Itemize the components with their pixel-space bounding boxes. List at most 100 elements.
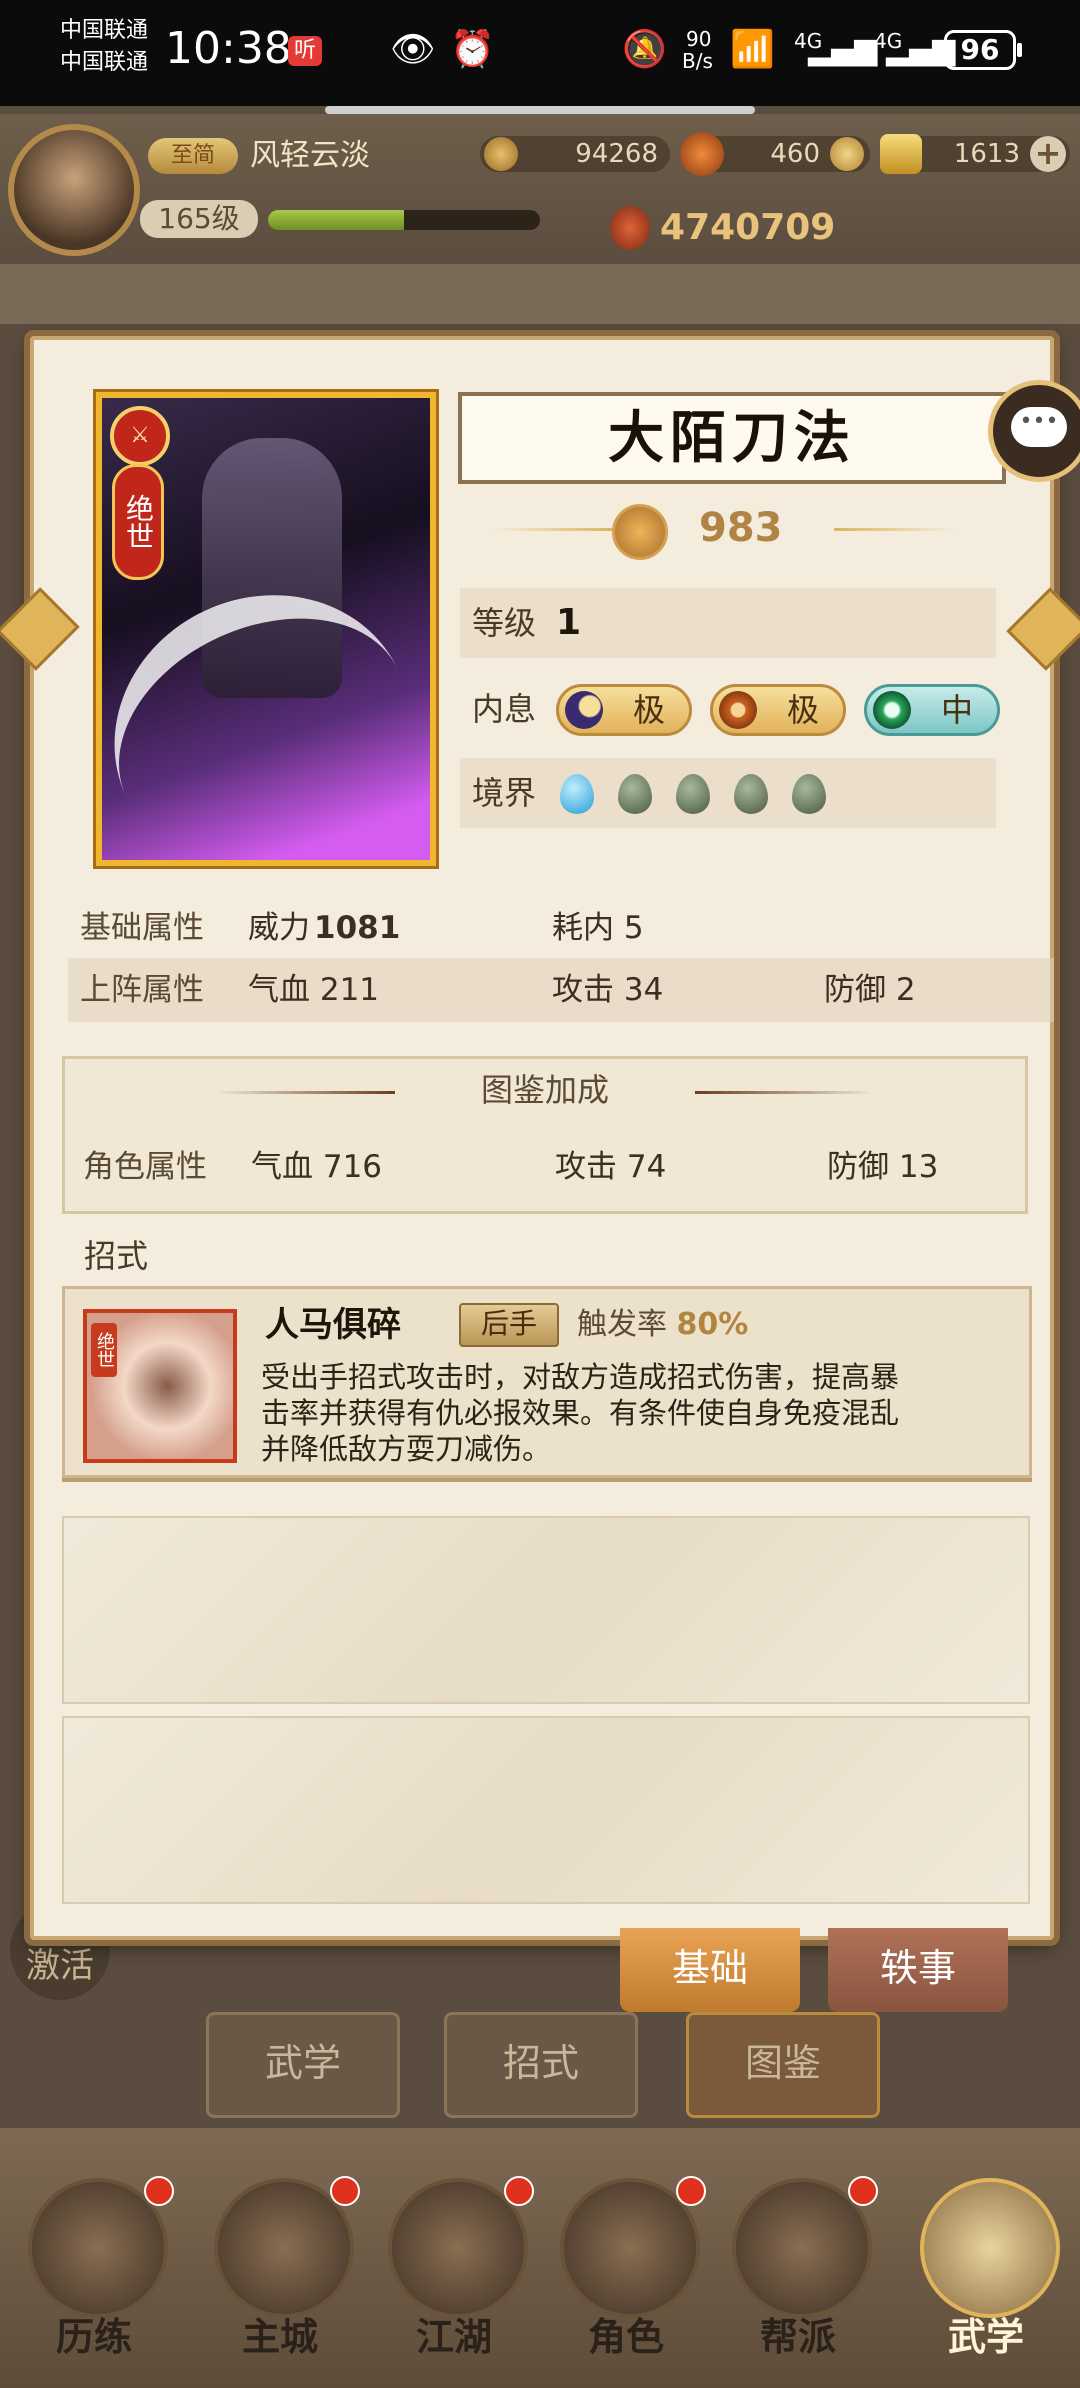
notification-dot <box>504 2176 534 2206</box>
notification-dot <box>676 2176 706 2206</box>
level-value: 1 <box>556 602 582 643</box>
activate-label: 激活 <box>26 1946 94 1986</box>
blade-type-icon: ⚔ <box>110 406 170 466</box>
carrier-2: 中国联通 <box>60 50 149 75</box>
wifi-icon: 📶 <box>730 29 775 70</box>
rating-line-left <box>494 528 614 531</box>
inner-pill-1[interactable]: 极 <box>556 684 692 736</box>
move-entry[interactable]: 绝世 人马俱碎 后手 触发率 80% 受出手招式攻击时，对敌方造成招式伤害，提高… <box>62 1286 1032 1478</box>
nav-martial-arts[interactable]: 武学 <box>906 2160 1066 2388</box>
move-name: 人马俱碎 <box>265 1305 401 1345</box>
base-stats-label: 基础属性 <box>80 910 204 946</box>
realm-row: 境界 <box>460 758 996 828</box>
level-label: 等级 <box>472 604 537 642</box>
bonus-def: 防御 13 <box>827 1149 939 1185</box>
status-bar: 中国联通 中国联通 10:38 听 👁 ⏰ 🔕 90 B/s 📶 4G ▂▄▆ … <box>0 0 1080 106</box>
martial-arts-icon <box>920 2178 1060 2318</box>
bonus-row-label: 角色属性 <box>83 1149 207 1185</box>
skill-detail-panel: ⚔ 绝世 大陌刀法 ••• 983 等级 1 内息 极 极 中 境界 基础属性 … <box>30 336 1080 1940</box>
base-cost: 耗内 5 <box>552 910 644 946</box>
skill-title: 大陌刀法 <box>608 405 856 471</box>
net-speed-unit: B/s <box>682 49 713 73</box>
inner-pill-2-label: 极 <box>786 691 819 729</box>
rating-line-right <box>834 528 954 531</box>
subtab-compendium-label: 图鉴 <box>744 2041 821 2085</box>
nav-jianghu-label: 江湖 <box>415 2315 492 2359</box>
nav-jianghu[interactable]: 江湖 <box>374 2160 534 2388</box>
subtab-martial[interactable]: 武学 <box>206 2012 400 2118</box>
nav-training-label: 历练 <box>55 2315 132 2359</box>
inner-breath-label: 内息 <box>472 690 537 728</box>
inner-pill-1-label: 极 <box>632 691 665 729</box>
realm-pip-5 <box>792 774 826 814</box>
xp-bar <box>268 210 540 230</box>
card-swirl <box>69 547 455 919</box>
gold-ingot-icon <box>880 134 922 174</box>
bonus-title: 图鉴加成 <box>480 1071 609 1109</box>
notification-dot <box>848 2176 878 2206</box>
gems-value: 460 <box>770 139 820 169</box>
coins-pill: 94268 <box>480 136 670 172</box>
drag-handle[interactable] <box>325 106 755 114</box>
coins-value: 94268 <box>575 139 658 169</box>
empty-slot-1 <box>62 1516 1030 1704</box>
bonus-stats-row: 角色属性 气血 716 攻击 74 防御 13 <box>71 1135 1057 1199</box>
gold-value: 1613 <box>953 139 1020 169</box>
chat-button[interactable]: ••• <box>988 380 1080 482</box>
net-speed-value: 90 <box>686 27 712 51</box>
nav-character-label: 角色 <box>587 2315 664 2359</box>
nav-guild[interactable]: 帮派 <box>718 2160 878 2388</box>
subtab-compendium[interactable]: 图鉴 <box>686 2012 880 2118</box>
carrier-1: 中国联通 <box>60 18 149 43</box>
power-icon <box>610 206 650 250</box>
clock: 10:38 <box>165 23 292 74</box>
rating-medal-icon <box>612 504 668 560</box>
realm-pip-1 <box>560 774 594 814</box>
add-gold-button[interactable]: + <box>1030 136 1066 172</box>
inner-pill-3-label: 中 <box>940 691 973 729</box>
deploy-stats-label: 上阵属性 <box>80 972 204 1008</box>
subtab-martial-label: 武学 <box>264 2041 341 2085</box>
nav-guild-label: 帮派 <box>759 2315 836 2359</box>
tab-story[interactable]: 轶事 <box>828 1928 1008 2012</box>
trigger-rate: 触发率 80% <box>577 1299 748 1351</box>
realm-pip-4 <box>734 774 768 814</box>
moon-icon <box>565 691 603 729</box>
combat-power: 4740709 <box>660 207 836 248</box>
nav-character[interactable]: 角色 <box>546 2160 706 2388</box>
jade-icon <box>873 691 911 729</box>
game-header: 至简 风轻云淡 94268 460 1613 + 165级 4740709 <box>0 114 1080 264</box>
notification-dot <box>144 2176 174 2206</box>
deploy-atk: 攻击 34 <box>552 972 664 1008</box>
nav-main-city[interactable]: 主城 <box>200 2160 360 2388</box>
inner-breath-row: 内息 极 极 中 <box>460 674 1000 744</box>
chat-icon: ••• <box>1011 407 1067 447</box>
vip-badge: 至简 <box>148 138 238 174</box>
move-tag: 后手 <box>459 1303 559 1347</box>
subtab-moves-label: 招式 <box>502 2041 579 2085</box>
realm-pip-2 <box>618 774 652 814</box>
skill-title-box: 大陌刀法 <box>458 392 1006 484</box>
inner-pill-2[interactable]: 极 <box>710 684 846 736</box>
tab-basic-label: 基础 <box>671 1946 748 1990</box>
moves-header: 招式 <box>84 1237 149 1275</box>
level-row: 等级 1 <box>460 588 996 658</box>
gold-pill: 1613 + <box>880 134 1070 174</box>
sun-icon <box>719 691 757 729</box>
compendium-bonus-box: 图鉴加成 角色属性 气血 716 攻击 74 防御 13 <box>62 1056 1028 1214</box>
tab-story-label: 轶事 <box>879 1946 956 1990</box>
move-description: 受出手招式攻击时，对敌方造成招式伤害，提高暴击率并获得有仇必报效果。有条件使自身… <box>261 1360 900 1466</box>
subtab-moves[interactable]: 招式 <box>444 2012 638 2118</box>
tab-basic[interactable]: 基础 <box>620 1928 800 2012</box>
player-avatar[interactable] <box>8 124 140 256</box>
nav-training[interactable]: 历练 <box>14 2160 174 2388</box>
gem-stack-icon <box>830 137 864 171</box>
xp-bar-fill <box>268 210 404 230</box>
bonus-hp: 气血 716 <box>251 1149 383 1185</box>
signal-1-icon: ▂▄▆ <box>808 32 878 67</box>
base-power-label: 威力 <box>248 910 310 946</box>
move-icon-tag: 绝世 <box>91 1323 117 1377</box>
deploy-hp: 气血 211 <box>248 972 380 1008</box>
inner-pill-3[interactable]: 中 <box>864 684 1000 736</box>
background-strip <box>0 264 1080 324</box>
